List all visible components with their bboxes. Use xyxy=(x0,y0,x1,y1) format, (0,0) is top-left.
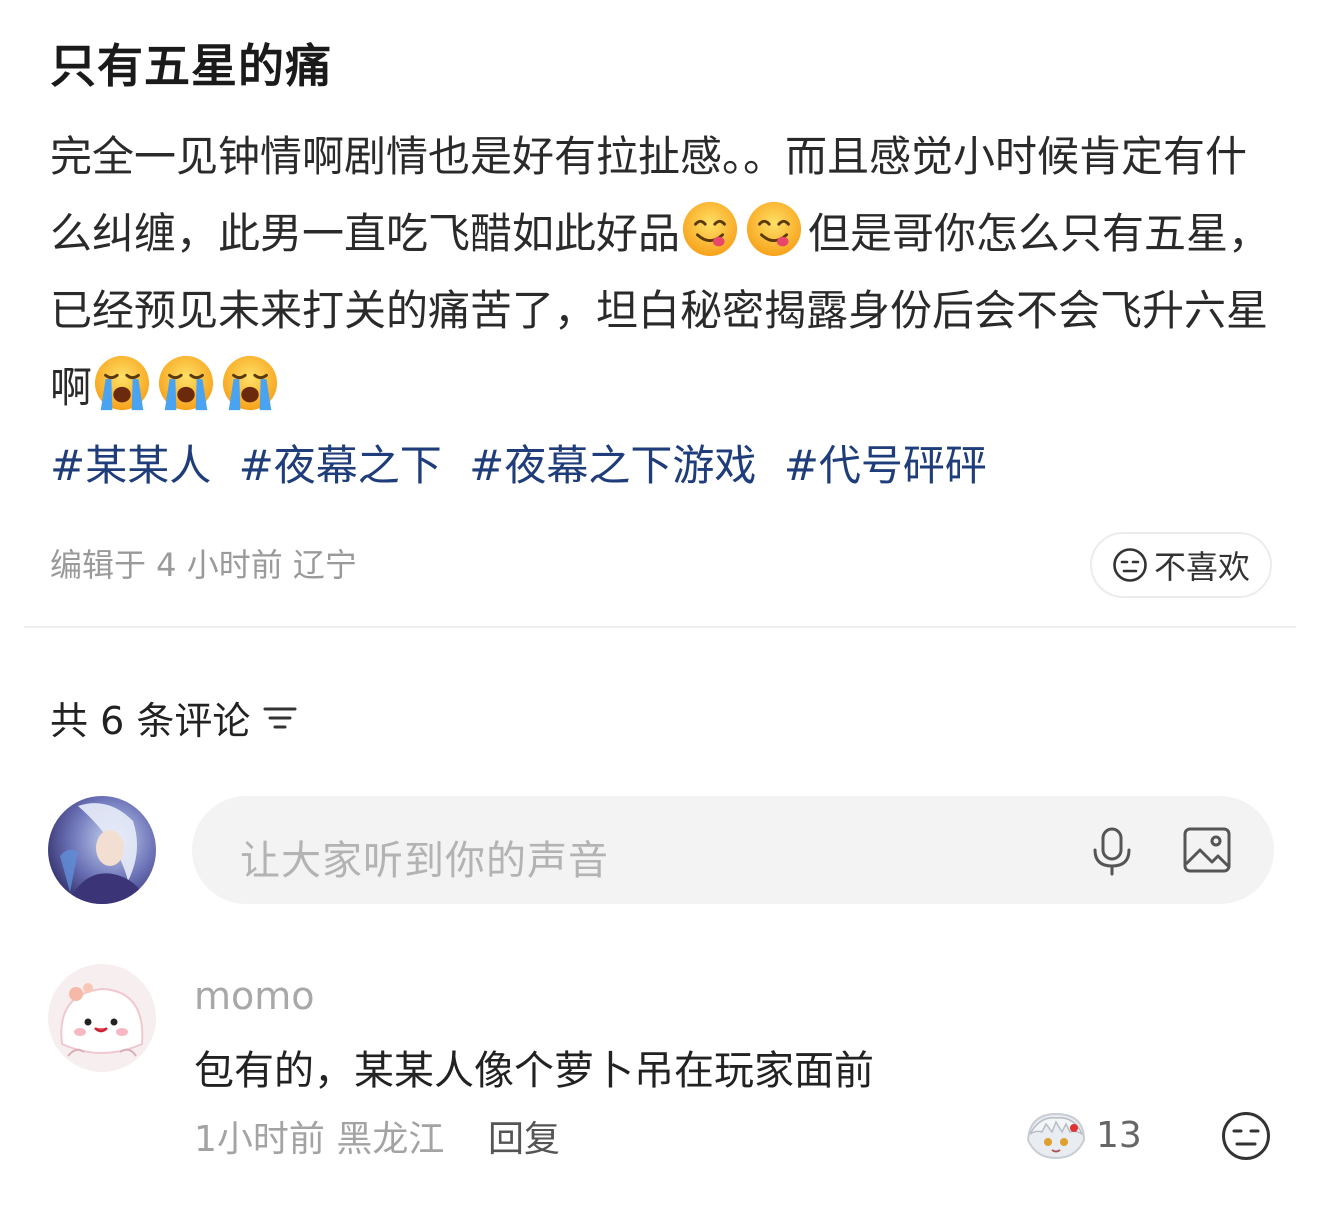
comment-count-label: 共 6 条评论 xyxy=(50,699,251,743)
meh-face-icon[interactable] xyxy=(1220,1110,1272,1162)
tag-list: #某某人 #夜幕之下 #夜幕之下游戏 #代号砰砰 xyxy=(50,436,1001,496)
comment-text: 包有的，某某人像个萝卜吊在玩家面前 xyxy=(194,1048,874,1094)
dislike-button[interactable]: 不喜欢 xyxy=(1090,532,1272,598)
post-detail-page: 只有五星的痛 完全一见钟情啊剧情也是好有拉扯感。。而且感觉小时候肯定有什么纠缠，… xyxy=(0,0,1320,1206)
loudly-crying-face-icon xyxy=(222,355,278,411)
tag-link[interactable]: #夜幕之下 xyxy=(239,441,442,490)
comment-input[interactable]: 让大家听到你的声音 xyxy=(192,796,1274,904)
tag-link[interactable]: #夜幕之下游戏 xyxy=(469,441,756,490)
yum-face-icon xyxy=(746,201,802,257)
reply-button[interactable]: 回复 xyxy=(488,1110,560,1162)
loudly-crying-face-icon xyxy=(158,355,214,411)
dislike-label: 不喜欢 xyxy=(1153,548,1250,586)
like-count: 13 xyxy=(1096,1114,1142,1156)
divider xyxy=(24,626,1296,628)
avatar[interactable] xyxy=(48,964,156,1072)
post-body: 完全一见钟情啊剧情也是好有拉扯感。。而且感觉小时候肯定有什么纠缠，此男一直吃飞醋… xyxy=(50,118,1280,426)
sort-lines-icon[interactable] xyxy=(262,703,298,733)
comment-username[interactable]: momo xyxy=(194,974,315,1018)
meh-face-icon xyxy=(1113,548,1147,582)
microphone-icon[interactable] xyxy=(1089,826,1135,876)
like-button[interactable]: 13 xyxy=(1024,1110,1142,1160)
tag-link[interactable]: #代号砰砰 xyxy=(784,441,987,490)
post-meta: 编辑于 4 小时前 辽宁 xyxy=(50,546,357,584)
tag-link[interactable]: #某某人 xyxy=(50,441,211,490)
post-title: 只有五星的痛 xyxy=(50,39,332,93)
image-icon[interactable] xyxy=(1182,826,1232,874)
comment-meta: 1小时前 黑龙江 xyxy=(194,1119,445,1160)
yum-face-icon xyxy=(682,201,738,257)
loudly-crying-face-icon xyxy=(94,355,150,411)
avatar[interactable] xyxy=(48,796,156,904)
comment-count-header: 共 6 条评论 xyxy=(50,690,298,745)
comment-input-placeholder: 让大家听到你的声音 xyxy=(240,838,609,884)
character-sticker-icon xyxy=(1026,1112,1086,1160)
